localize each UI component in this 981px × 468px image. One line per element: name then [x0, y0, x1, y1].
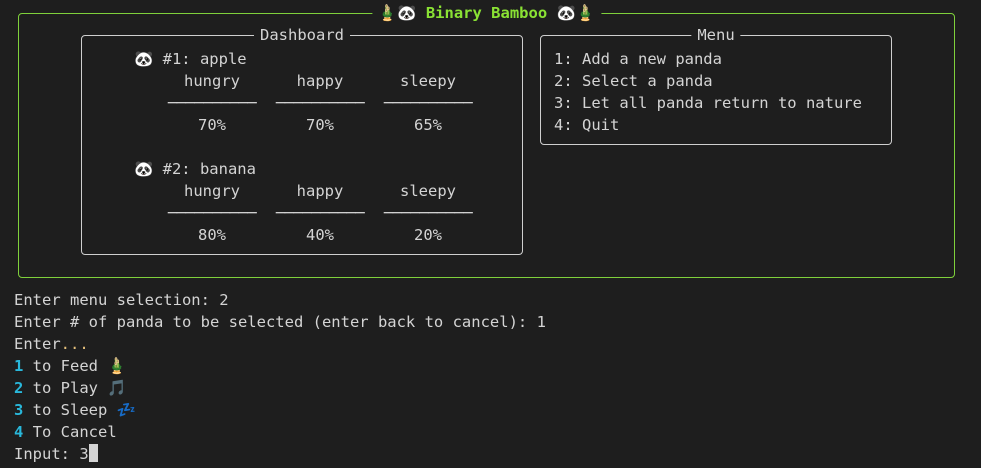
stat-divider: ──────────: [275, 94, 365, 112]
stat-value-row: 70% 70% 65%: [158, 114, 514, 136]
stat-name: hungry: [184, 182, 240, 200]
option-number: 1: [14, 357, 24, 375]
stat-name: sleepy: [400, 182, 456, 200]
stat-name: happy: [296, 72, 344, 90]
stat-value: 70%: [306, 116, 334, 134]
menu-title: Menu: [691, 25, 741, 45]
menu-item-return-to-nature: 3: Let all panda return to nature: [554, 94, 862, 112]
option-text: To Cancel: [23, 423, 117, 441]
stat-divider: ──────────: [167, 204, 257, 222]
app-title: 🎍🐼 Binary Bamboo 🐼🎍: [371, 3, 602, 23]
stat-name: hungry: [184, 72, 240, 90]
stat-header-row: hungry happy sleepy: [158, 70, 514, 92]
stat-header-row: hungry happy sleepy: [158, 180, 514, 202]
stat-name: happy: [296, 182, 344, 200]
terminal-line: Enter...: [14, 333, 546, 355]
stat-value: 65%: [414, 116, 442, 134]
menu-panel: Menu 1: Add a new panda 2: Select a pand…: [540, 25, 892, 145]
dashboard-title: Dashboard: [254, 25, 350, 45]
panda-label: 🐼 #2: banana: [134, 160, 256, 178]
action-option-feed: 1 to Feed 🎍: [14, 355, 546, 377]
stat-value: 70%: [198, 116, 226, 134]
action-option-play: 2 to Play 🎵: [14, 377, 546, 399]
menu-item-quit: 4: Quit: [554, 116, 620, 134]
option-text: to Sleep 💤: [23, 401, 136, 419]
enter-dots: ...: [60, 335, 89, 353]
panda-card: 🐼 #1: apple hungry happy sleepy ────────…: [134, 48, 514, 136]
terminal-output: Enter menu selection: 2 Enter # of panda…: [14, 289, 546, 465]
action-option-cancel: 4 To Cancel: [14, 421, 546, 443]
menu-item-add-panda: 1: Add a new panda: [554, 50, 722, 68]
panda-card: 🐼 #2: banana hungry happy sleepy ───────…: [134, 158, 514, 246]
stat-divider: ──────────: [275, 204, 365, 222]
menu-item-select-panda: 2: Select a panda: [554, 72, 713, 90]
stat-value: 20%: [414, 226, 442, 244]
stat-value-row: 80% 40% 20%: [158, 224, 514, 246]
stat-value: 40%: [306, 226, 334, 244]
option-number: 3: [14, 401, 24, 419]
option-text: to Play 🎵: [23, 379, 127, 397]
stat-value: 80%: [198, 226, 226, 244]
input-line[interactable]: Input: 3: [14, 443, 546, 465]
option-text: to Feed 🎍: [23, 357, 127, 375]
panda-label: 🐼 #1: apple: [134, 50, 247, 68]
stat-divider-row: ────────── ────────── ──────────: [158, 202, 514, 224]
enter-prompt: Enter: [14, 335, 61, 353]
input-value[interactable]: 3: [79, 445, 88, 463]
stat-divider: ──────────: [167, 94, 257, 112]
option-number: 2: [14, 379, 24, 397]
terminal-line: Enter menu selection: 2: [14, 291, 229, 309]
terminal-line: Enter # of panda to be selected (enter b…: [14, 313, 546, 331]
stat-divider: ──────────: [383, 204, 473, 222]
input-prompt: Input:: [14, 445, 80, 463]
action-option-sleep: 3 to Sleep 💤: [14, 399, 546, 421]
option-number: 4: [14, 423, 24, 441]
dashboard-panel: Dashboard 🐼 #1: apple hungry happy sleep…: [81, 25, 523, 255]
stat-divider-row: ────────── ────────── ──────────: [158, 92, 514, 114]
stat-divider: ──────────: [383, 94, 473, 112]
text-cursor: [88, 444, 98, 462]
stat-name: sleepy: [400, 72, 456, 90]
